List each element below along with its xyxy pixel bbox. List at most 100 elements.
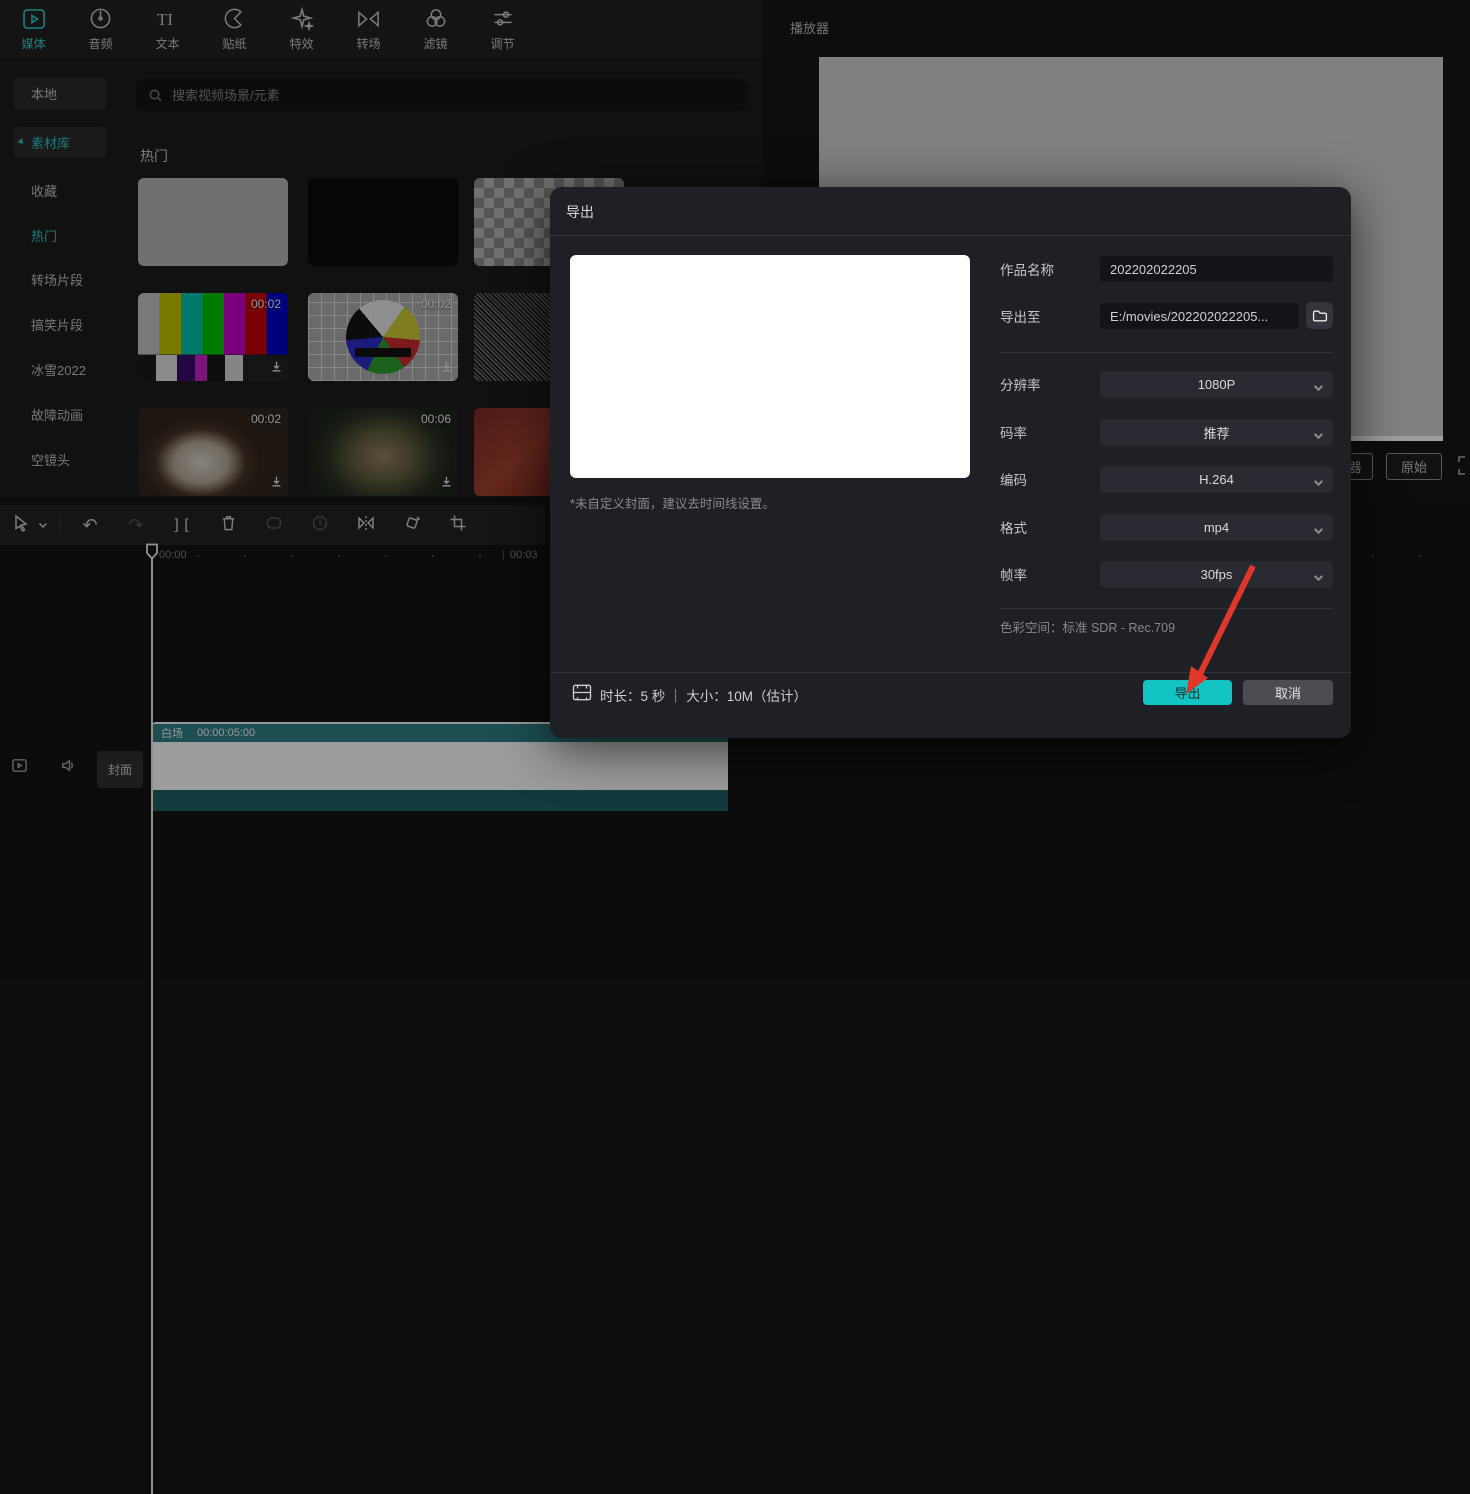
- split-button[interactable]: ][: [159, 516, 205, 535]
- format-label: 格式: [1000, 517, 1100, 537]
- sidebar-item-funny-clips[interactable]: 搞笑片段: [14, 309, 106, 340]
- crop-button[interactable]: [435, 514, 481, 537]
- rabbit-video-clip[interactable]: 00:02: [138, 408, 288, 496]
- codec-value: H.264: [1199, 472, 1234, 487]
- cover-note: *未自定义封面，建议去时间线设置。: [570, 493, 775, 512]
- cursor-icon: [12, 514, 30, 537]
- cancel-button[interactable]: 取消: [1243, 680, 1333, 705]
- download-icon[interactable]: [270, 475, 283, 493]
- trash-icon: [220, 514, 237, 537]
- sidebar-item-label: 收藏: [31, 181, 57, 200]
- gray-clip[interactable]: [138, 178, 288, 266]
- sidebar-item-local[interactable]: 本地: [14, 78, 106, 109]
- clip-duration-badge: 00:02: [421, 297, 451, 311]
- framerate-value: 30fps: [1201, 567, 1233, 582]
- search-input[interactable]: [170, 87, 694, 104]
- name-input[interactable]: 202202022205: [1100, 256, 1333, 282]
- download-icon[interactable]: [440, 475, 453, 493]
- cover-button[interactable]: 封面: [97, 751, 143, 788]
- ruler-tick: [479, 555, 481, 557]
- deer-video-clip[interactable]: 00:06: [308, 408, 458, 496]
- path-label: 导出至: [1000, 306, 1100, 326]
- sidebar-item-label: 空镜头: [31, 450, 70, 469]
- export-cover-preview[interactable]: [570, 255, 970, 478]
- export-confirm-button[interactable]: 导出: [1143, 680, 1232, 705]
- tab-media[interactable]: 媒体: [0, 6, 67, 52]
- format-select[interactable]: mp4: [1100, 514, 1333, 541]
- rotate-button[interactable]: [389, 514, 435, 537]
- bitrate-select[interactable]: 推荐: [1100, 419, 1333, 446]
- export-dialog: 导出 *未自定义封面，建议去时间线设置。 作品名称 202202022205 导…: [550, 187, 1351, 738]
- resolution-select[interactable]: 1080P: [1100, 371, 1333, 398]
- playhead[interactable]: [144, 543, 160, 1478]
- clip-footer: [152, 790, 728, 811]
- tab-adjust[interactable]: 调节: [469, 6, 536, 52]
- crop-icon: [449, 514, 467, 537]
- clip-name: 白场: [161, 725, 183, 741]
- ruler-tick: [1372, 555, 1374, 557]
- tab-transition[interactable]: 转场: [335, 6, 402, 52]
- name-label: 作品名称: [1000, 259, 1100, 279]
- fullscreen-icon[interactable]: [1456, 453, 1470, 478]
- select-tool-button[interactable]: [10, 514, 32, 537]
- sticker-icon: [223, 6, 246, 32]
- mirror-button[interactable]: [343, 514, 389, 537]
- tab-label: 转场: [356, 35, 380, 52]
- mute-track-icon[interactable]: [60, 757, 77, 779]
- bitrate-label: 码率: [1000, 422, 1100, 442]
- divider: [550, 235, 1351, 236]
- tab-label: 文本: [155, 35, 179, 52]
- undo-icon: ↶: [82, 515, 97, 536]
- path-input[interactable]: E:/movies/202202022205...: [1100, 303, 1298, 329]
- chevron-down-icon: [38, 516, 48, 534]
- toolbar-separator: [60, 516, 61, 534]
- dialog-title: 导出: [566, 202, 594, 222]
- tab-audio[interactable]: 音频: [67, 6, 134, 52]
- search-bar[interactable]: [136, 79, 747, 111]
- framerate-select[interactable]: 30fps: [1100, 561, 1333, 588]
- caret-down-icon: [18, 138, 26, 146]
- sidebar-item-empty-shots[interactable]: 空镜头: [14, 444, 106, 475]
- adjust-icon: [491, 6, 515, 32]
- delete-button[interactable]: [205, 514, 251, 537]
- download-icon[interactable]: [270, 360, 283, 378]
- resolution-value: 1080P: [1198, 377, 1236, 392]
- browse-folder-button[interactable]: [1306, 302, 1333, 329]
- media-icon: [22, 6, 46, 32]
- smpte-bars-clip[interactable]: 00:02: [138, 293, 288, 381]
- framerate-label: 帧率: [1000, 564, 1100, 584]
- download-icon[interactable]: [440, 360, 453, 378]
- sidebar-item-hot[interactable]: 热门: [14, 220, 106, 251]
- sidebar-item-glitch-animation[interactable]: 故障动画: [14, 399, 106, 430]
- undo-button[interactable]: ↶: [67, 515, 113, 536]
- sidebar-item-label: 冰雪2022: [31, 360, 86, 379]
- search-icon: [148, 88, 163, 103]
- tab-sticker[interactable]: 贴纸: [201, 6, 268, 52]
- track-toggle-icon[interactable]: [11, 757, 28, 779]
- timeline-toolbar: ↶ ↷][: [0, 505, 545, 545]
- sidebar-item-transition-clips[interactable]: 转场片段: [14, 264, 106, 295]
- mirror-icon: [356, 514, 376, 537]
- codec-select[interactable]: H.264: [1100, 466, 1333, 493]
- redo-button: ↷: [113, 515, 159, 536]
- test-card-clip[interactable]: 00:02: [308, 293, 458, 381]
- black-clip[interactable]: [308, 178, 458, 266]
- original-size-button[interactable]: 原始: [1386, 453, 1442, 480]
- ruler-tick: [432, 555, 434, 557]
- sidebar-item-label: 热门: [31, 226, 57, 245]
- divider: [1000, 608, 1333, 609]
- select-dropdown-button[interactable]: [32, 516, 54, 534]
- sidebar-item-material-library[interactable]: 素材库: [14, 127, 106, 158]
- ruler-tick: [244, 555, 246, 557]
- bitrate-value: 推荐: [1203, 423, 1229, 442]
- clip-duration: 00:00:05:00: [197, 727, 255, 739]
- ruler-tick: [291, 555, 293, 557]
- tab-effects[interactable]: 特效: [268, 6, 335, 52]
- sidebar-item-ice-snow-2022[interactable]: 冰雪2022: [14, 354, 106, 385]
- tab-filters[interactable]: 滤镜: [402, 6, 469, 52]
- testcard-circle: [346, 300, 420, 374]
- tab-text[interactable]: TI文本: [134, 6, 201, 52]
- film-icon: [572, 684, 592, 706]
- sidebar-item-favorites[interactable]: 收藏: [14, 175, 106, 206]
- folder-icon: [1312, 309, 1328, 323]
